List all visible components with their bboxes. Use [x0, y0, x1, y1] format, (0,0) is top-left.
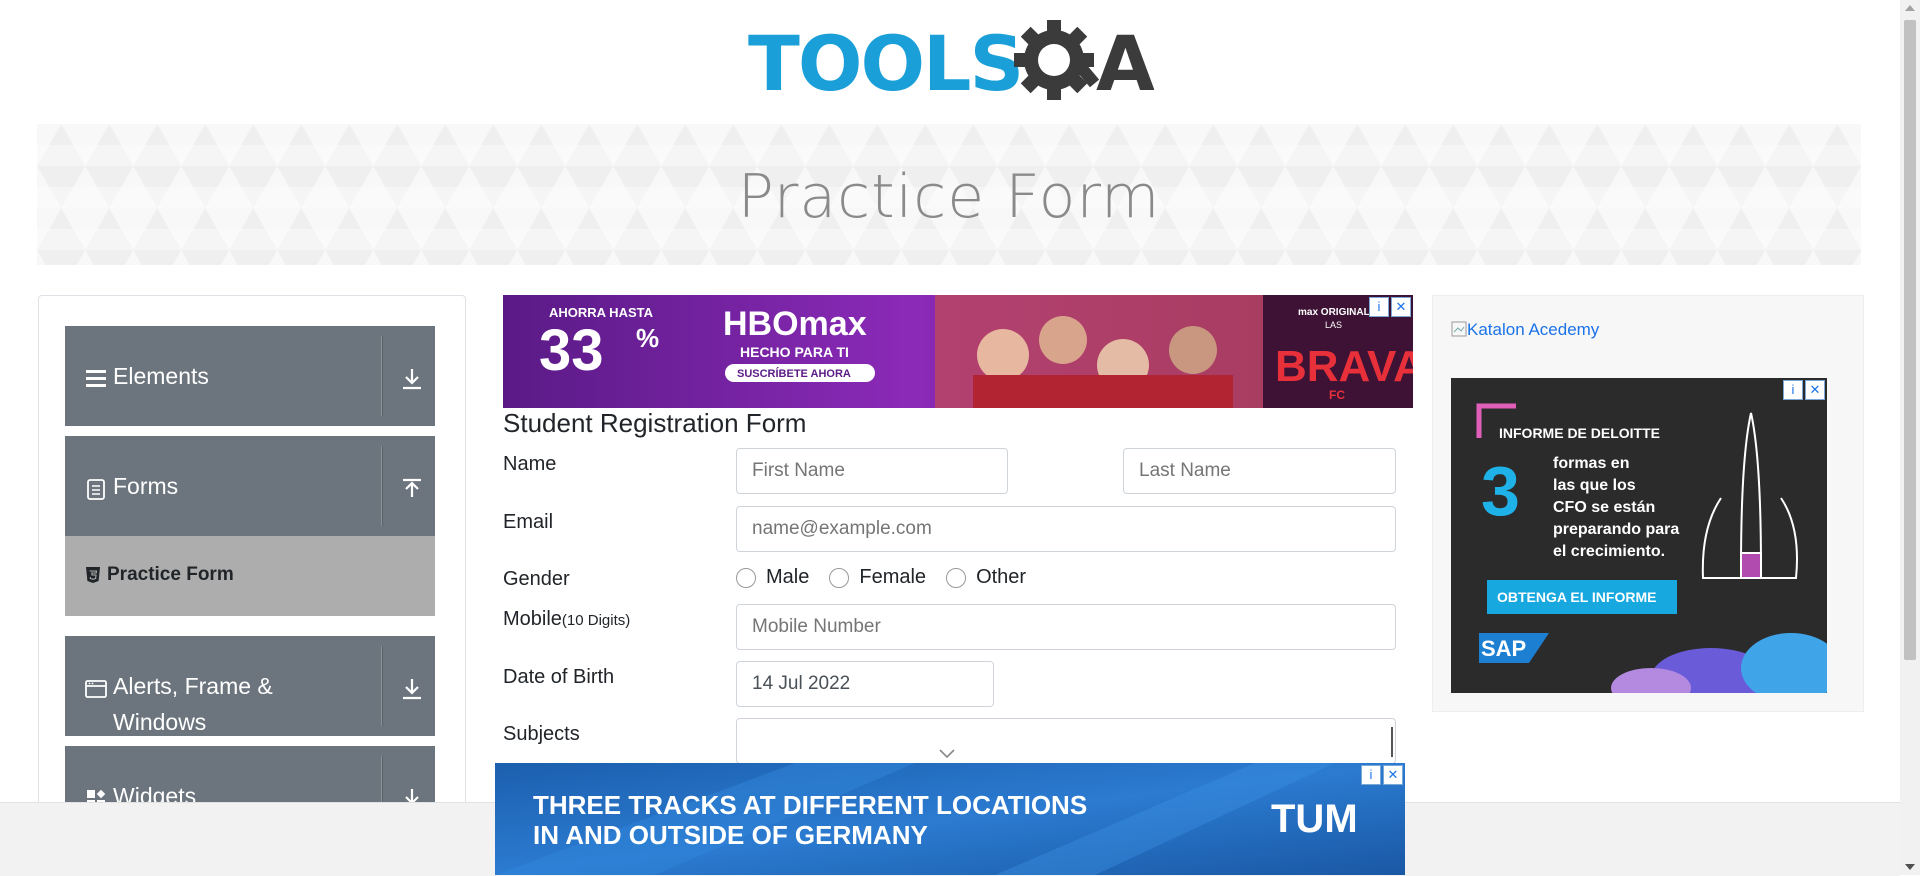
scroll-down-icon[interactable]	[1905, 864, 1915, 870]
ad-deloitte[interactable]: INFORME DE DELOITTE 3 formas en las que …	[1451, 378, 1827, 693]
logo-text-a: A	[1096, 19, 1154, 108]
ad-text: BRAVAS	[1275, 342, 1413, 391]
sidebar-group-label: Forms	[113, 473, 179, 499]
ad-cta: OBTENGA EL INFORME	[1497, 589, 1656, 605]
ad-choices[interactable]: i ✕	[1367, 297, 1411, 317]
menu-icon	[86, 370, 106, 387]
logo-text-tools: TOOLS	[748, 19, 1022, 108]
info-icon[interactable]: i	[1369, 297, 1389, 317]
sidebar-item-practice-form[interactable]: Practice Form	[65, 536, 435, 616]
scroll-up-icon[interactable]	[1905, 5, 1915, 11]
gender-label: Gender	[503, 568, 570, 590]
ad-text: preparando para	[1553, 521, 1679, 538]
mobile-label: Mobile(10 Digits)	[503, 608, 630, 631]
info-icon[interactable]: i	[1783, 380, 1803, 400]
gender-radio-male[interactable]: Male	[736, 566, 809, 589]
ad-text: 33	[539, 318, 604, 383]
sidebar-group-label: Elements	[113, 363, 209, 389]
page-title: Practice Form	[737, 162, 1161, 232]
ad-text: CFO se están	[1553, 499, 1655, 516]
toolsqa-logo[interactable]: TOOLS A	[748, 18, 1155, 118]
ad-brand: TUM	[1271, 797, 1358, 841]
chevron-down-icon[interactable]	[937, 746, 957, 760]
dob-label: Date of Birth	[503, 666, 615, 688]
scrollbar-thumb[interactable]	[1904, 20, 1916, 660]
katalon-academy-link[interactable]: Katalon Acedemy	[1451, 320, 1599, 340]
document-icon	[87, 479, 105, 500]
broken-image-icon	[1451, 321, 1467, 337]
sidebar-group-forms[interactable]: Forms	[65, 436, 435, 536]
divider	[381, 336, 383, 416]
text-cursor	[1391, 727, 1393, 757]
info-icon[interactable]: i	[1361, 765, 1381, 785]
ad-text: THREE TRACKS AT DIFFERENT LOCATIONS	[533, 790, 1087, 820]
sidebar-group-alerts-frame-windows[interactable]: Alerts, Frame & Windows	[65, 636, 435, 736]
radio-label: Female	[859, 566, 927, 588]
divider	[381, 646, 383, 726]
gender-radio-female[interactable]: Female	[829, 566, 926, 589]
email-input[interactable]	[736, 506, 1396, 552]
ad-text: FC	[1329, 388, 1345, 402]
html5-icon	[86, 567, 100, 583]
subjects-input[interactable]	[736, 718, 1396, 764]
page-banner: Practice Form	[37, 124, 1861, 265]
radio-label: Other	[976, 566, 1027, 588]
sidebar-group-label: Alerts, Frame & Windows	[113, 673, 273, 735]
mobile-number-input[interactable]	[736, 604, 1396, 650]
ad-brand: HBOmax	[723, 305, 867, 343]
close-icon[interactable]: ✕	[1391, 297, 1411, 317]
ad-text: 3	[1481, 452, 1520, 530]
first-name-input[interactable]	[736, 448, 1008, 494]
subjects-label: Subjects	[503, 723, 580, 745]
close-icon[interactable]: ✕	[1383, 765, 1403, 785]
name-label: Name	[503, 453, 557, 475]
radio-label: Male	[766, 566, 810, 588]
ad-cta: SUSCRÍBETE AHORA	[737, 367, 851, 380]
mobile-label-text: Mobile	[503, 608, 562, 630]
ad-text: IN AND OUTSIDE OF GERMANY	[533, 820, 928, 850]
ad-text: max ORIGINAL	[1298, 307, 1370, 318]
ad-brand: SAP	[1481, 636, 1526, 661]
sidebar-group-elements[interactable]: Elements	[65, 326, 435, 426]
date-of-birth-input[interactable]: 14 Jul 2022	[736, 661, 994, 707]
ad-banner-bottom[interactable]: THREE TRACKS AT DIFFERENT LOCATIONS IN A…	[495, 763, 1405, 875]
radio-circle[interactable]	[946, 567, 967, 588]
radio-circle[interactable]	[736, 567, 756, 588]
ad-text: HECHO PARA TI	[740, 344, 849, 360]
form-title: Student Registration Form	[503, 408, 807, 438]
sidebar: Elements Forms Practice Form Alerts, Fra…	[38, 295, 466, 817]
ad-text: LAS	[1325, 320, 1342, 330]
close-icon[interactable]: ✕	[1805, 380, 1825, 400]
gear-icon	[1014, 20, 1100, 100]
ad-text: las que los	[1553, 477, 1636, 494]
email-label: Email	[503, 511, 554, 533]
download-icon[interactable]	[399, 366, 425, 392]
download-icon[interactable]	[399, 676, 425, 702]
ad-banner-top[interactable]: AHORRA HASTA 33 % HBOmax HECHO PARA TI S…	[503, 295, 1413, 408]
last-name-input[interactable]	[1123, 448, 1396, 494]
ad-text: INFORME DE DELOITTE	[1499, 425, 1660, 441]
sidebar-item-label: Practice Form	[107, 564, 234, 585]
ad-choices[interactable]: i ✕	[1781, 380, 1825, 400]
gender-radio-other[interactable]: Other	[946, 566, 1026, 589]
upload-icon[interactable]	[399, 476, 425, 502]
katalon-link-text[interactable]: Katalon Acedemy	[1467, 320, 1599, 339]
ad-text: el crecimiento.	[1553, 543, 1665, 560]
window-icon	[85, 680, 107, 698]
ad-text: formas en	[1553, 455, 1629, 472]
ad-choices[interactable]: i ✕	[1359, 765, 1403, 785]
gender-radio-group: Male Female Other	[736, 566, 1046, 589]
mobile-hint: (10 Digits)	[561, 612, 631, 629]
radio-circle[interactable]	[829, 567, 850, 588]
page-scrollbar[interactable]	[1900, 0, 1920, 875]
ad-text: %	[636, 323, 659, 353]
divider	[381, 446, 383, 526]
